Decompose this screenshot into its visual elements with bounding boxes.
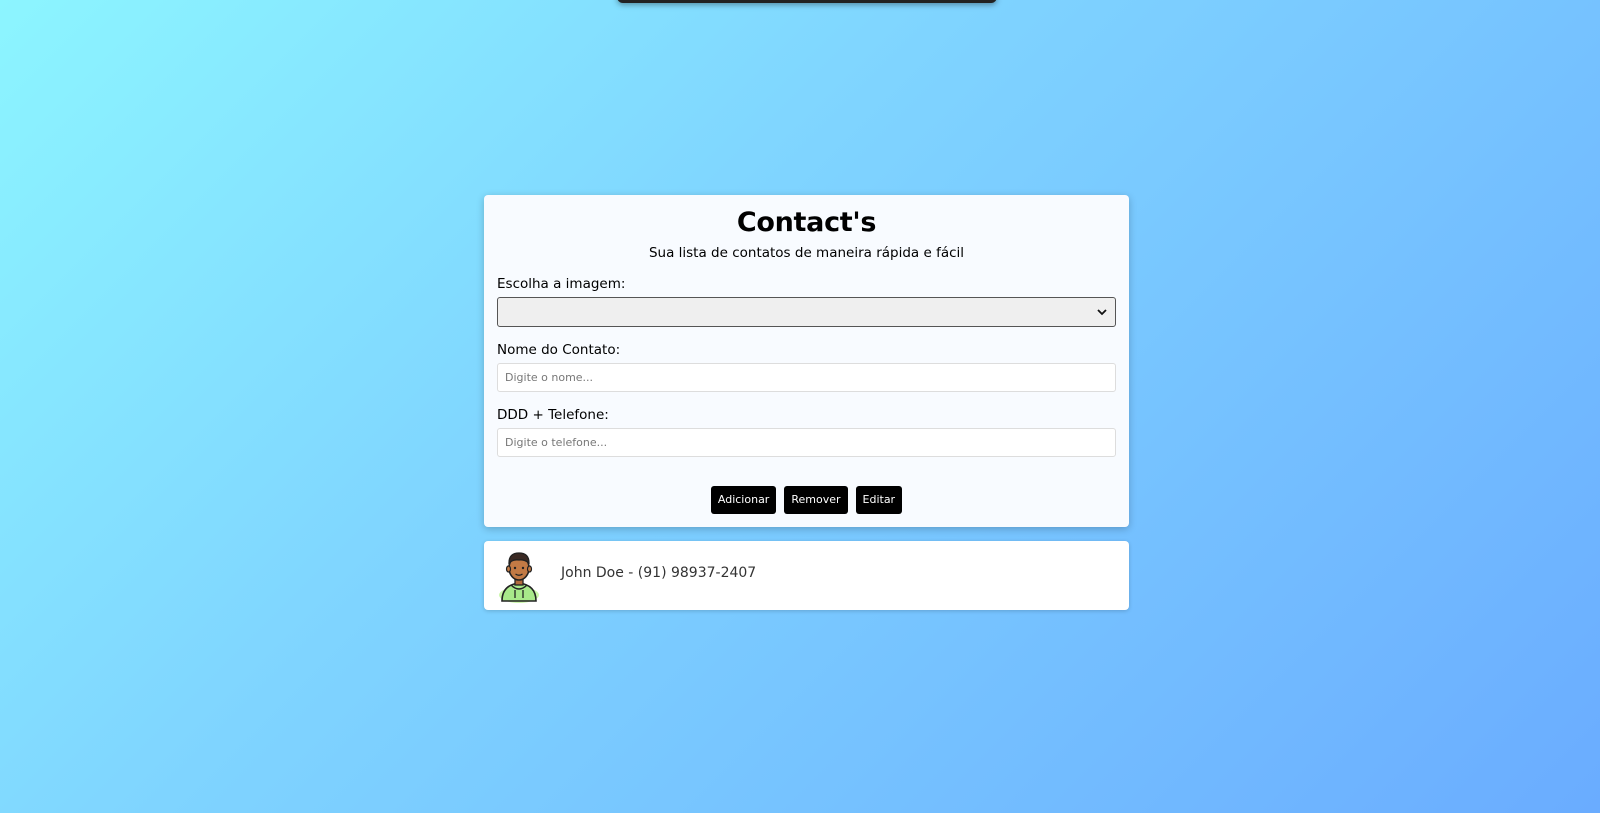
page-title: Contact's (736, 207, 877, 238)
action-buttons: Adicionar Remover Editar (484, 486, 1129, 514)
image-select[interactable] (497, 297, 1116, 327)
male-avatar-icon (497, 549, 541, 603)
contact-phone-input[interactable] (497, 428, 1116, 457)
contact-name-input[interactable] (497, 363, 1116, 392)
remove-button[interactable]: Remover (784, 486, 848, 514)
edit-button[interactable]: Editar (855, 486, 903, 514)
image-select-label: Escolha a imagem: (497, 276, 626, 292)
contact-phone-label: DDD + Telefone: (497, 407, 609, 423)
contact-name-label: Nome do Contato: (497, 342, 621, 358)
page-subtitle: Sua lista de contatos de maneira rápida … (648, 245, 965, 261)
contact-list-item-text: John Doe - (91) 98937-2407 (561, 565, 757, 581)
contact-list-item[interactable]: John Doe - (91) 98937-2407 (484, 541, 1129, 610)
contact-form-card: Contact's Sua lista de contatos de manei… (484, 195, 1129, 527)
top-bar (617, 0, 997, 3)
add-button[interactable]: Adicionar (710, 486, 777, 514)
